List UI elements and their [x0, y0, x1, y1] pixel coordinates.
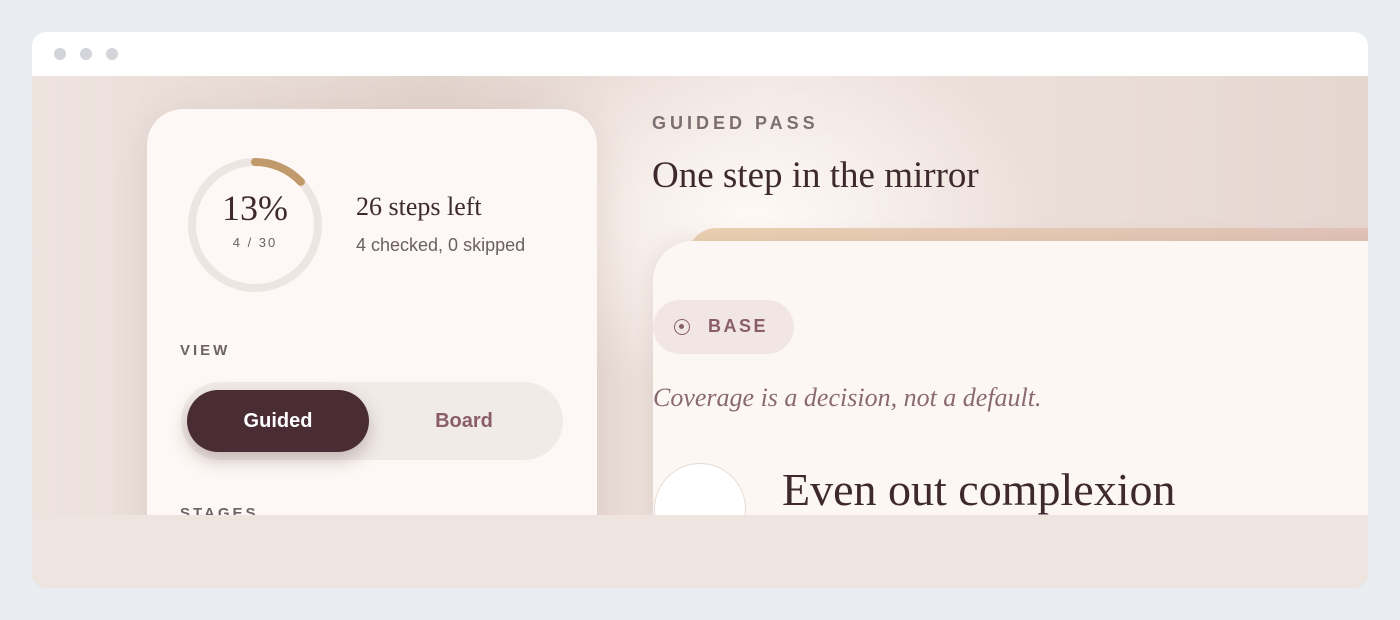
view-label: VIEW [180, 342, 231, 359]
step-card: BASE Coverage is a decision, not a defau… [653, 241, 1368, 515]
progress-percent: 13% [222, 188, 288, 228]
page-viewport: 13% 4 / 30 26 steps left 4 checked, 0 sk… [32, 76, 1368, 515]
window-dot-icon [80, 48, 92, 60]
stages-label: STAGES [180, 505, 259, 515]
window-titlebar [32, 32, 1368, 76]
window-bottom-area [32, 515, 1368, 588]
step-tagline: Coverage is a decision, not a default. [653, 383, 1042, 412]
view-board-button[interactable]: Board [371, 390, 557, 452]
page-title: One step in the mirror [652, 155, 979, 196]
progress-card: 13% 4 / 30 26 steps left 4 checked, 0 sk… [147, 109, 597, 515]
steps-summary: 4 checked, 0 skipped [356, 235, 526, 255]
progress-ring: 13% 4 / 30 [185, 155, 325, 295]
step-title: Even out complexion [782, 464, 1176, 515]
window-dot-icon [54, 48, 66, 60]
view-toggle: Guided Board [181, 382, 563, 460]
view-guided-button[interactable]: Guided [187, 390, 369, 452]
browser-window: 13% 4 / 30 26 steps left 4 checked, 0 sk… [32, 32, 1368, 588]
window-dot-icon [106, 48, 118, 60]
stage-badge-label: BASE [708, 316, 769, 336]
target-icon [674, 319, 690, 335]
stage-badge: BASE [653, 300, 794, 354]
step-check-button[interactable] [654, 463, 746, 515]
steps-left: 26 steps left [356, 192, 482, 221]
section-eyebrow: GUIDED PASS [652, 113, 819, 133]
progress-count: 4 / 30 [232, 235, 278, 250]
